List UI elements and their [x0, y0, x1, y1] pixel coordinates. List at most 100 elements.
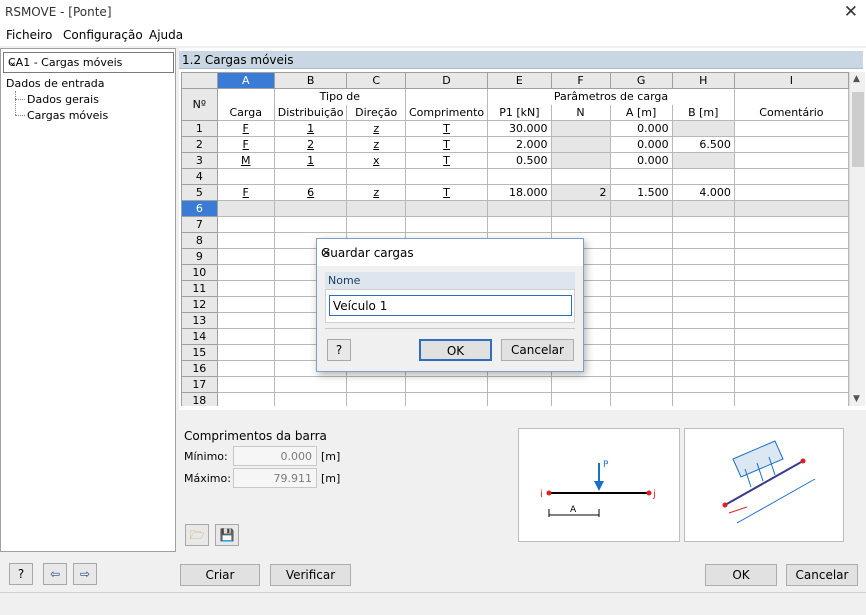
- cell-carga[interactable]: [216, 328, 275, 345]
- cell-carga[interactable]: [216, 264, 275, 281]
- cell-n[interactable]: [550, 152, 611, 169]
- cell-b[interactable]: [671, 360, 735, 377]
- menu-ficheiro[interactable]: Ficheiro: [6, 28, 52, 42]
- cell-carga[interactable]: F: [216, 136, 275, 153]
- help-button[interactable]: ?: [9, 563, 33, 585]
- cell-carga[interactable]: M: [216, 152, 275, 169]
- cell-carga[interactable]: [216, 200, 275, 217]
- scroll-down-icon[interactable]: ▼: [853, 394, 860, 404]
- col-letter-c[interactable]: C: [346, 72, 406, 89]
- cell-comentario[interactable]: [733, 280, 849, 297]
- cell-b[interactable]: 4.000: [671, 184, 735, 201]
- cell-b[interactable]: [671, 296, 735, 313]
- cell-b[interactable]: [671, 264, 735, 281]
- cell-p1[interactable]: [487, 216, 552, 233]
- cell-n[interactable]: [550, 200, 611, 217]
- cell-comentario[interactable]: [733, 296, 849, 313]
- row-number[interactable]: 9: [181, 248, 218, 265]
- cell-a[interactable]: [609, 312, 673, 329]
- row-number[interactable]: 3: [181, 152, 218, 169]
- cell-distribuicao[interactable]: [273, 376, 348, 393]
- cell-direcao[interactable]: z: [346, 184, 406, 201]
- cell-comentario[interactable]: [733, 248, 849, 265]
- cell-distribuicao[interactable]: [273, 392, 348, 406]
- cell-a[interactable]: [609, 328, 673, 345]
- cell-direcao[interactable]: [346, 168, 406, 185]
- cell-comentario[interactable]: [733, 184, 849, 201]
- row-number[interactable]: 2: [181, 136, 218, 153]
- cell-a[interactable]: [609, 376, 673, 393]
- cell-comentario[interactable]: [733, 152, 849, 169]
- cell-carga[interactable]: [216, 312, 275, 329]
- cell-comprimento[interactable]: T: [404, 184, 489, 201]
- cell-comprimento[interactable]: [404, 392, 489, 406]
- cell-direcao[interactable]: z: [346, 120, 406, 137]
- row-number[interactable]: 13: [181, 312, 218, 329]
- row-number[interactable]: 5: [181, 184, 218, 201]
- cell-n[interactable]: [550, 216, 611, 233]
- cell-b[interactable]: [671, 312, 735, 329]
- row-number[interactable]: 1: [181, 120, 218, 137]
- col-letter-a[interactable]: A: [216, 72, 275, 89]
- cell-b[interactable]: [671, 376, 735, 393]
- cell-p1[interactable]: 18.000: [487, 184, 552, 201]
- cell-carga[interactable]: [216, 360, 275, 377]
- cell-n[interactable]: [550, 392, 611, 406]
- cell-comprimento[interactable]: [404, 200, 489, 217]
- cell-a[interactable]: [609, 280, 673, 297]
- cell-a[interactable]: [609, 344, 673, 361]
- cell-comentario[interactable]: [733, 168, 849, 185]
- cell-comentario[interactable]: [733, 216, 849, 233]
- load-case-select[interactable]: CA1 - Cargas móveis ⌄: [3, 52, 174, 73]
- table-vertical-scrollbar[interactable]: ▲ ▼: [849, 72, 865, 406]
- cell-carga[interactable]: [216, 280, 275, 297]
- cell-b[interactable]: [671, 120, 735, 137]
- cell-a[interactable]: [609, 168, 673, 185]
- tree-root-dados-de-entrada[interactable]: Dados de entrada: [6, 77, 104, 90]
- save-button[interactable]: 💾: [215, 524, 239, 546]
- cell-a[interactable]: 0.000: [609, 136, 673, 153]
- open-folder-button[interactable]: 🗁: [185, 524, 209, 546]
- cell-direcao[interactable]: [346, 392, 406, 406]
- cell-distribuicao[interactable]: 6: [273, 184, 348, 201]
- cell-comentario[interactable]: [733, 312, 849, 329]
- cell-a[interactable]: [609, 232, 673, 249]
- cell-b[interactable]: [671, 392, 735, 406]
- nome-input[interactable]: [329, 295, 572, 316]
- cell-a[interactable]: 0.000: [609, 152, 673, 169]
- cell-carga[interactable]: F: [216, 120, 275, 137]
- row-number[interactable]: 6: [181, 200, 218, 217]
- cell-distribuicao[interactable]: [273, 168, 348, 185]
- cell-b[interactable]: [671, 232, 735, 249]
- cell-p1[interactable]: [487, 168, 552, 185]
- cell-a[interactable]: 0.000: [609, 120, 673, 137]
- tree-item-dados-gerais[interactable]: Dados gerais: [27, 93, 99, 106]
- cell-carga[interactable]: [216, 168, 275, 185]
- cell-carga[interactable]: [216, 248, 275, 265]
- cell-n[interactable]: [550, 136, 611, 153]
- menu-ajuda[interactable]: Ajuda: [149, 28, 183, 42]
- cell-p1[interactable]: [487, 392, 552, 406]
- cell-comprimento[interactable]: [404, 376, 489, 393]
- close-window-icon[interactable]: ✕: [844, 2, 858, 22]
- cell-a[interactable]: [609, 216, 673, 233]
- cell-direcao[interactable]: x: [346, 152, 406, 169]
- row-number[interactable]: 10: [181, 264, 218, 281]
- cell-direcao[interactable]: [346, 200, 406, 217]
- cell-b[interactable]: [671, 344, 735, 361]
- dialog-help-button[interactable]: ?: [327, 339, 351, 361]
- cell-b[interactable]: [671, 168, 735, 185]
- cell-comentario[interactable]: [733, 136, 849, 153]
- cell-comentario[interactable]: [733, 344, 849, 361]
- cell-comentario[interactable]: [733, 392, 849, 406]
- cell-p1[interactable]: 0.500: [487, 152, 552, 169]
- cell-comentario[interactable]: [733, 200, 849, 217]
- dialog-ok-button[interactable]: OK: [419, 339, 492, 361]
- cell-a[interactable]: [609, 200, 673, 217]
- cell-comentario[interactable]: [733, 360, 849, 377]
- row-number[interactable]: 15: [181, 344, 218, 361]
- cell-distribuicao[interactable]: [273, 200, 348, 217]
- cell-carga[interactable]: F: [216, 184, 275, 201]
- cell-distribuicao[interactable]: [273, 216, 348, 233]
- cell-a[interactable]: [609, 264, 673, 281]
